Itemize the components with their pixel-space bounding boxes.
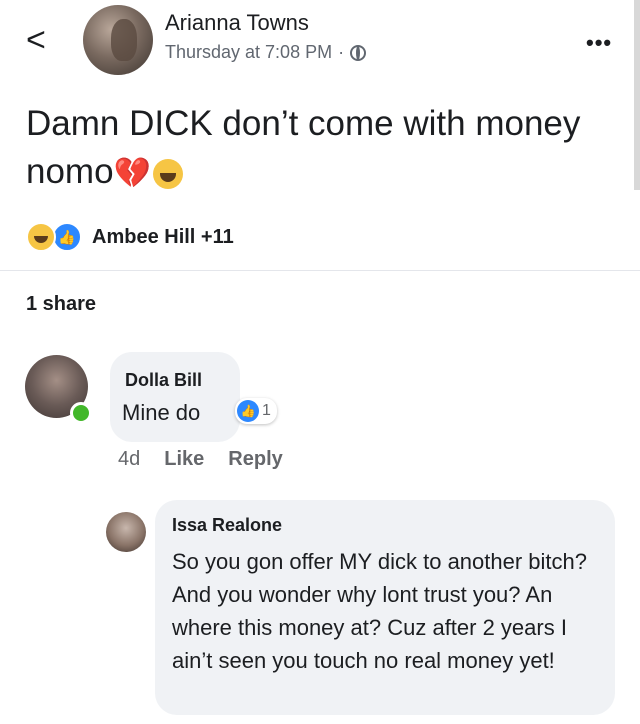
haha-reaction-icon <box>26 222 56 252</box>
comment-reaction-count: 1 <box>262 402 271 419</box>
comment-bubble <box>110 352 240 442</box>
scroll-indicator <box>634 0 640 190</box>
post-timestamp[interactable]: Thursday at 7:08 PM <box>165 42 332 63</box>
laughing-emoji-icon <box>152 158 183 189</box>
comment-actions: 4d Like Reply <box>118 448 283 471</box>
online-status-icon <box>70 402 92 424</box>
like-icon: 👍 <box>237 400 259 422</box>
author-avatar[interactable] <box>83 5 153 75</box>
back-button[interactable]: < <box>26 20 56 60</box>
reactions-summary[interactable]: Ambee Hill +11 <box>92 226 234 249</box>
meta-separator: · <box>338 42 345 62</box>
comment-time[interactable]: 4d <box>118 448 140 471</box>
globe-icon <box>350 44 367 61</box>
comment-reaction-badge[interactable]: 👍 1 <box>235 398 277 424</box>
post-body: Damn DICK don’t come with money nomo💔 <box>26 100 586 198</box>
comment-like-button[interactable]: Like <box>164 448 204 471</box>
divider <box>0 270 640 271</box>
post-meta: Thursday at 7:08 PM · <box>165 42 367 63</box>
reply-author-name[interactable]: Issa Realone <box>172 515 282 536</box>
comment-author-name[interactable]: Dolla Bill <box>125 370 202 391</box>
like-reaction-icon: 👍 <box>52 222 82 252</box>
share-count[interactable]: 1 share <box>26 293 96 316</box>
post-text: Damn DICK don’t come with money nomo <box>26 104 581 191</box>
reactions-row[interactable]: 👍 Ambee Hill +11 <box>26 222 234 252</box>
comment-reply-button[interactable]: Reply <box>228 448 282 471</box>
post-author-name[interactable]: Arianna Towns <box>165 10 309 36</box>
comment-text: Mine do <box>122 400 201 425</box>
more-options-button[interactable]: ••• <box>586 30 612 56</box>
broken-heart-icon: 💔 <box>113 156 151 190</box>
post-header: < Arianna Towns Thursday at 7:08 PM · ••… <box>0 0 640 90</box>
replier-avatar[interactable] <box>106 512 146 552</box>
reply-text: So you gon offer MY dick to another bitc… <box>172 549 588 673</box>
